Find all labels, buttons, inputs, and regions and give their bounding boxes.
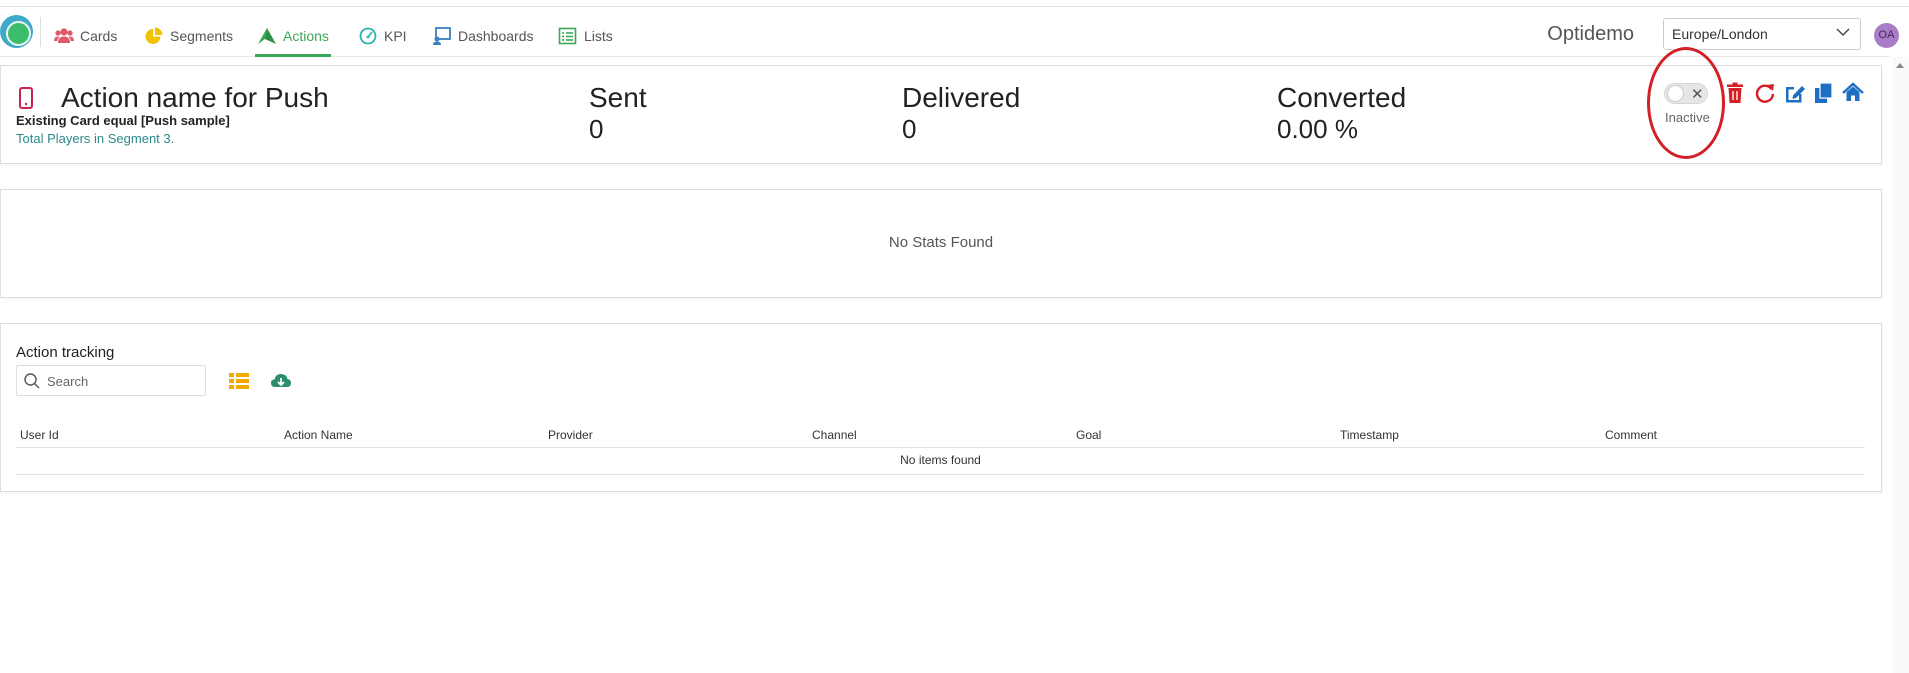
stat-sent-label: Sent <box>589 82 647 113</box>
segment-info: Total Players in Segment 3. <box>16 131 175 146</box>
column-header-action-name[interactable]: Action Name <box>284 428 353 442</box>
highlight-circle-annotation <box>1647 47 1725 159</box>
stat-delivered-value: 0 <box>902 114 917 144</box>
column-header-timestamp[interactable]: Timestamp <box>1340 428 1399 442</box>
list-icon <box>558 27 577 44</box>
timezone-value: Europe/London <box>1672 26 1768 42</box>
table-header-row: User Id Action Name Provider Channel Goa… <box>16 425 1865 448</box>
stat-converted: Converted 0.00 % <box>1277 82 1406 145</box>
list-view-icon[interactable] <box>228 372 250 390</box>
nav-cards-label: Cards <box>80 27 118 44</box>
column-header-comment[interactable]: Comment <box>1605 428 1657 442</box>
stat-sent: Sent 0 <box>589 82 647 145</box>
vertical-scrollbar[interactable] <box>1892 57 1909 673</box>
search-icon <box>24 373 40 389</box>
copy-icon[interactable] <box>1813 82 1835 104</box>
logo-divider <box>40 17 41 47</box>
chevron-down-icon <box>1836 28 1850 36</box>
nav-actions[interactable]: Actions <box>255 14 331 57</box>
window-top-edge <box>0 0 1909 7</box>
nav-dashboards[interactable]: Dashboards <box>432 14 534 57</box>
pie-chart-icon <box>145 27 163 44</box>
column-header-channel[interactable]: Channel <box>812 428 857 442</box>
send-icon <box>258 27 276 44</box>
search-box[interactable] <box>16 365 206 396</box>
mobile-phone-icon <box>19 87 33 109</box>
stat-delivered: Delivered 0 <box>902 82 1020 145</box>
column-header-provider[interactable]: Provider <box>548 428 593 442</box>
action-tracking-table: User Id Action Name Provider Channel Goa… <box>16 425 1865 475</box>
nav-lists-label: Lists <box>584 27 613 44</box>
nav-kpi-label: KPI <box>384 27 407 44</box>
users-icon <box>54 27 74 43</box>
nav-actions-label: Actions <box>283 27 329 44</box>
nav-segments[interactable]: Segments <box>144 14 233 57</box>
gauge-icon <box>359 27 377 44</box>
dashboard-icon <box>433 26 451 45</box>
nav-kpi[interactable]: KPI <box>358 14 407 57</box>
timezone-select[interactable]: Europe/London <box>1663 18 1861 50</box>
stat-delivered-label: Delivered <box>902 82 1021 113</box>
app-logo[interactable] <box>0 15 33 48</box>
nav-cards[interactable]: Cards <box>54 14 117 57</box>
stat-sent-value: 0 <box>589 114 604 144</box>
empty-table-message: No items found <box>16 448 1865 475</box>
nav-segments-label: Segments <box>170 27 234 44</box>
cloud-download-icon[interactable] <box>270 372 292 390</box>
refresh-icon[interactable] <box>1754 82 1776 104</box>
no-stats-message: No Stats Found <box>888 234 994 251</box>
column-header-user-id[interactable]: User Id <box>20 428 59 442</box>
top-navbar: Cards Segments Actions KPI Dashboards Li… <box>0 7 1899 57</box>
nav-lists[interactable]: Lists <box>558 14 613 57</box>
action-tracking-title: Action tracking <box>16 344 115 361</box>
column-header-goal[interactable]: Goal <box>1076 428 1101 442</box>
home-icon[interactable] <box>1842 82 1864 104</box>
action-condition: Existing Card equal [Push sample] <box>16 113 230 128</box>
trash-icon[interactable] <box>1724 82 1746 104</box>
stat-converted-label: Converted <box>1277 82 1407 113</box>
stat-converted-value: 0.00 % <box>1277 114 1358 144</box>
active-tab-underline <box>255 54 331 57</box>
action-title: Action name for Push <box>61 82 329 113</box>
search-input[interactable] <box>47 370 197 392</box>
brand-name: Optidemo <box>1547 23 1634 45</box>
edit-icon[interactable] <box>1784 82 1806 104</box>
user-avatar[interactable]: OA <box>1874 23 1899 48</box>
nav-dashboards-label: Dashboards <box>458 27 534 44</box>
scroll-up-icon[interactable] <box>1896 63 1904 68</box>
